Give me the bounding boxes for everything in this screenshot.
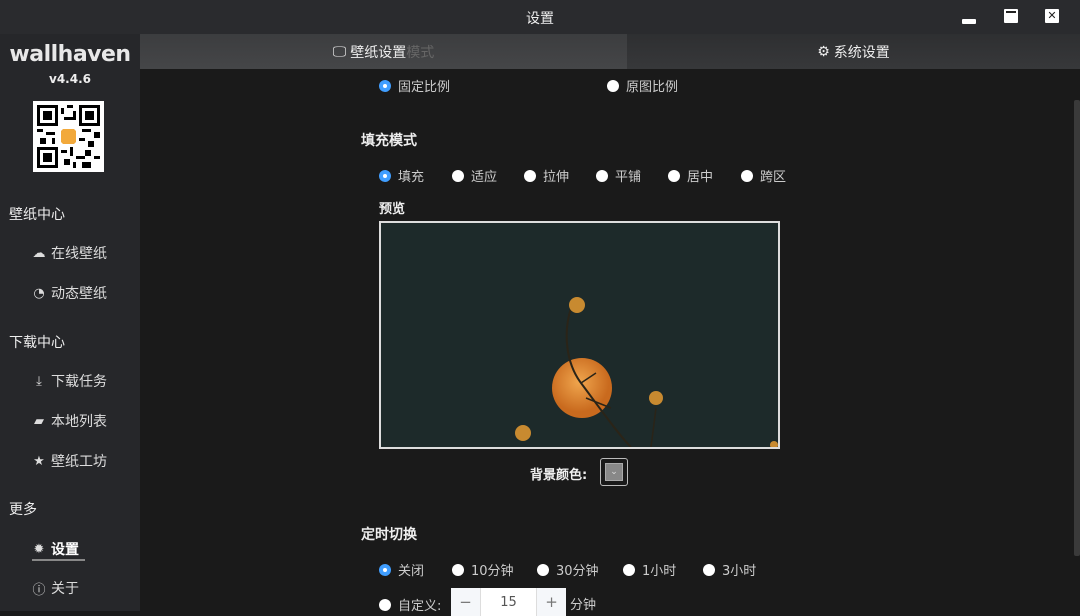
tab-system-settings[interactable]: ⚙ 系统设置	[627, 34, 1080, 69]
bg-color-picker[interactable]: ⌄	[600, 458, 628, 486]
active-indicator	[32, 559, 85, 561]
minutes-unit: 分钟	[570, 598, 597, 613]
sparkle-star-icon: ★	[33, 453, 45, 469]
bg-color-label: 背景颜色:	[530, 468, 588, 483]
folder-icon: ▰	[34, 413, 44, 429]
sidebar: wallhaven v4.4.6 壁纸中心 ☁ 在线壁纸 ◔ 动态壁纸 下载中心 ⤓…	[0, 34, 140, 611]
monitor-icon: 🖵	[332, 43, 347, 60]
sidebar-item-settings[interactable]: ✹ 设置	[31, 539, 79, 559]
info-icon: ⓘ	[32, 582, 46, 598]
sidebar-item-about[interactable]: ⓘ 关于	[31, 578, 79, 598]
radio-fill[interactable]: 填充	[379, 166, 424, 185]
scrollbar[interactable]	[1074, 100, 1080, 556]
radio-timer-1h[interactable]: 1小时	[623, 560, 676, 579]
wallpaper-preview	[379, 221, 780, 449]
close-button[interactable]: ✕	[1045, 9, 1059, 23]
sidebar-item-local-list[interactable]: ▰ 本地列表	[31, 411, 107, 431]
sidebar-item-online-wallpaper[interactable]: ☁ 在线壁纸	[31, 243, 108, 263]
radio-timer-custom[interactable]: 自定义:	[379, 595, 441, 614]
fill-mode-heading: 填充模式	[361, 133, 417, 149]
radio-timer-30min[interactable]: 30分钟	[537, 560, 599, 579]
timer-heading: 定时切换	[361, 527, 417, 543]
preview-label: 预览	[379, 202, 406, 217]
radio-span[interactable]: 跨区	[741, 166, 786, 185]
radio-center[interactable]: 居中	[668, 166, 713, 185]
section-more: 更多	[9, 502, 37, 518]
sidebar-item-dynamic-wallpaper[interactable]: ◔ 动态壁纸	[31, 283, 107, 303]
gear-icon: ✹	[33, 541, 45, 557]
gauge-icon: ◔	[33, 285, 45, 301]
chevron-down-icon: ⌄	[605, 463, 623, 481]
radio-stretch[interactable]: 拉伸	[524, 166, 569, 185]
custom-minutes-input[interactable]: 15	[480, 588, 537, 616]
maximize-button[interactable]	[1004, 9, 1018, 23]
tab-wallpaper-settings[interactable]: 🖵 壁纸设置 模式	[140, 34, 627, 69]
section-download-center: 下载中心	[9, 335, 65, 351]
cloud-icon: ☁	[32, 245, 46, 261]
radio-timer-10min[interactable]: 10分钟	[452, 560, 514, 579]
section-wallpaper-center: 壁纸中心	[9, 207, 65, 223]
decrement-button[interactable]: −	[451, 588, 480, 616]
radio-fixed-ratio[interactable]: 固定比例	[379, 76, 450, 95]
radio-tile[interactable]: 平铺	[596, 166, 641, 185]
window-title: 设置	[526, 11, 554, 27]
download-icon: ⤓	[36, 373, 42, 389]
custom-minutes-stepper: − 15 +	[451, 588, 566, 616]
app-logo: wallhaven	[9, 42, 131, 67]
sidebar-item-download-tasks[interactable]: ⤓ 下载任务	[31, 371, 107, 391]
increment-button[interactable]: +	[537, 588, 566, 616]
gear-icon: ⚙	[817, 43, 830, 60]
radio-original-ratio[interactable]: 原图比例	[607, 76, 678, 95]
minimize-button[interactable]	[962, 19, 976, 24]
tab-bar: 🖵 壁纸设置 模式 ⚙ 系统设置	[140, 34, 1080, 69]
radio-timer-3h[interactable]: 3小时	[703, 560, 756, 579]
app-version: v4.4.6	[49, 72, 91, 86]
sidebar-item-workshop[interactable]: ★ 壁纸工坊	[31, 451, 107, 471]
radio-fit[interactable]: 适应	[452, 166, 497, 185]
radio-timer-off[interactable]: 关闭	[379, 560, 424, 579]
qr-code	[33, 101, 104, 172]
title-bar: 设置 ✕	[0, 0, 1080, 34]
